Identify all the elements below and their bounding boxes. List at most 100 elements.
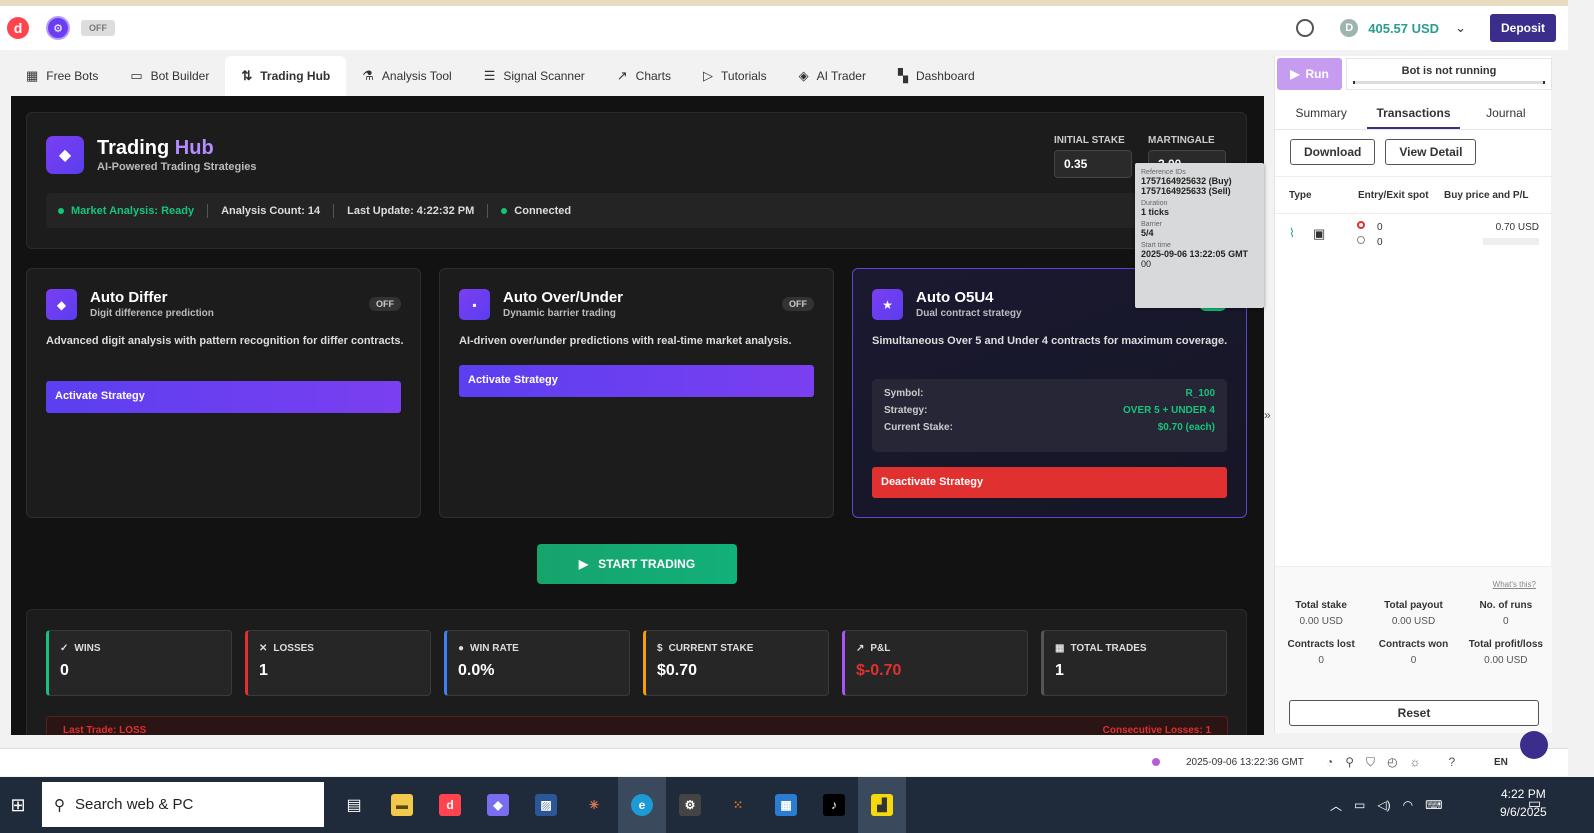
notifications-icon[interactable]: ▭ — [1528, 795, 1541, 812]
tag-icon: ▪ — [459, 289, 490, 320]
keyboard-icon[interactable]: ⌨ — [1425, 798, 1442, 812]
chevron-down-icon[interactable]: ⌄ — [1455, 20, 1466, 36]
summary-contracts-won: Contracts won 0 — [1367, 639, 1459, 666]
account-balance[interactable]: 405.57 USD — [1368, 21, 1439, 36]
initial-stake-label: INITIAL STAKE — [1054, 135, 1125, 146]
strategy-info-box: Symbol: R_100 Strategy: OVER 5 + UNDER 4 C… — [872, 379, 1227, 452]
off-toggle[interactable]: OFF — [81, 20, 115, 36]
main-nav: ▦ Free Bots ▭ Bot Builder ⇅ Trading Hub ⚗ An… — [10, 56, 1264, 96]
summary-total-stake: Total stake 0.00 USD — [1275, 600, 1367, 627]
copilot-icon[interactable]: ◆ — [474, 777, 522, 833]
deposit-button[interactable]: Deposit — [1489, 14, 1556, 42]
layers-icon: ◆ — [46, 136, 84, 174]
ref-buy: 1757164925632 (Buy) — [1141, 176, 1232, 186]
stake-label: Current Stake: — [884, 422, 953, 433]
summary-total-payout: Total payout 0.00 USD — [1367, 600, 1459, 627]
tab-trading-hub[interactable]: ⇅ Trading Hub — [225, 56, 347, 96]
entry-spot: 0 — [1377, 222, 1383, 233]
tab-journal[interactable]: Journal — [1460, 98, 1552, 129]
tab-transactions[interactable]: Transactions — [1367, 98, 1460, 129]
play-icon: ▶ — [578, 557, 589, 571]
entry-dot-icon — [1357, 221, 1365, 229]
diamond-icon: ◆ — [46, 289, 77, 320]
check-icon: ✓ — [60, 643, 69, 654]
last-trade-banner: Last Trade: LOSS Consecutive Losses: 1 — [46, 716, 1228, 735]
star-icon: ★ — [872, 289, 903, 320]
grid-icon: ▦ — [26, 68, 39, 83]
view-detail-button[interactable]: View Detail — [1385, 139, 1477, 165]
whatsapp-icon[interactable]: ◔ — [1326, 755, 1333, 770]
help-icon[interactable]: ? — [1449, 755, 1456, 770]
activate-strategy-button[interactable]: Activate Strategy — [46, 381, 401, 413]
language-selector[interactable]: EN — [1494, 757, 1508, 768]
app2-icon[interactable]: ⁙ — [714, 777, 762, 833]
download-button[interactable]: Download — [1290, 139, 1376, 165]
stat-label: WIN RATE — [470, 643, 519, 654]
play-icon: ▷ — [703, 68, 714, 83]
tab-signal-scanner[interactable]: ☰ Signal Scanner — [468, 56, 601, 96]
strategy-status-badge[interactable]: OFF — [782, 297, 814, 311]
transaction-row[interactable]: ⌇ ▣ 0 0 0.70 USD — [1275, 216, 1552, 256]
flask-icon: ⚗ — [362, 68, 374, 83]
deactivate-strategy-button[interactable]: Deactivate Strategy — [872, 467, 1227, 498]
tab-bot-builder[interactable]: ▭ Bot Builder — [114, 56, 225, 96]
collapse-panel-icon[interactable]: » — [1264, 408, 1271, 422]
responsible-trading-icon[interactable]: ⚲ — [1345, 755, 1354, 770]
run-button[interactable]: ▶ Run — [1277, 58, 1342, 90]
app-icon[interactable]: ▨ — [522, 777, 570, 833]
gauge-icon[interactable]: ◴ — [1387, 755, 1397, 770]
tab-tutorials[interactable]: ▷ Tutorials — [687, 56, 783, 96]
battery-icon[interactable]: ▭ — [1354, 798, 1365, 812]
transactions-header: Type Entry/Exit spot Buy price and P/L — [1275, 176, 1552, 214]
volume-icon[interactable]: ◁) — [1377, 798, 1390, 812]
stat-card-current-stake: $ CURRENT STAKE $0.70 — [643, 630, 829, 696]
strategy-card-auto-differ: ◆ Auto Differ Digit difference predictio… — [26, 268, 421, 518]
stat-value: $0.70 — [657, 662, 698, 679]
taskbar-search[interactable]: ⚲ Search web & PC — [42, 782, 324, 827]
windows-start-icon[interactable]: ⊞ — [0, 782, 36, 828]
claude-icon[interactable]: ✳ — [570, 777, 618, 833]
run-label: Run — [1305, 67, 1329, 81]
bot-status-icon[interactable]: ⚙ — [46, 16, 70, 40]
tab-analysis-tool[interactable]: ⚗ Analysis Tool — [346, 56, 467, 96]
tray-chevron-icon[interactable]: ︿ — [1330, 797, 1342, 814]
bot-status-progress — [1353, 81, 1545, 84]
store-icon[interactable]: ▦ — [762, 777, 810, 833]
deriv-logo[interactable]: d — [7, 17, 29, 39]
windows-taskbar: ⊞ ⚲ Search web & PC ▤ ▬ d ◆ ▨ ✳ e ⚙ ⁙ ▦ … — [0, 777, 1594, 833]
shield-icon[interactable]: ⛉ — [1366, 755, 1375, 770]
analysis-count: Analysis Count: 14 — [221, 204, 321, 217]
whats-this-link[interactable]: What's this? — [1493, 580, 1536, 589]
strategy-status-badge[interactable]: OFF — [369, 297, 401, 311]
summary-label: Total stake — [1295, 600, 1347, 611]
chat-icon[interactable] — [1520, 731, 1548, 759]
summary-value: 0 — [1318, 655, 1324, 666]
exit-spot: 0 — [1377, 237, 1383, 248]
user-account-icon[interactable] — [1296, 19, 1315, 37]
tab-summary[interactable]: Summary — [1275, 98, 1367, 129]
status-bar: Market Analysis: Ready Analysis Count: 1… — [46, 193, 1144, 228]
sticky-notes-icon[interactable]: ▟ — [858, 777, 906, 833]
edge-browser-icon[interactable]: e — [618, 777, 666, 833]
top-header: d ⚙ OFF D 405.57 USD ⌄ Deposit — [0, 0, 1568, 50]
strategy-title: Auto Differ — [90, 289, 168, 306]
start-time-value-2: 00 — [1141, 259, 1152, 269]
reset-button[interactable]: Reset — [1289, 700, 1539, 726]
wifi-icon[interactable]: ◠ — [1403, 798, 1413, 812]
start-trading-button[interactable]: ▶ START TRADING — [537, 544, 737, 584]
task-view-icon[interactable]: ▤ — [330, 777, 378, 833]
deriv-app-icon[interactable]: d — [426, 777, 474, 833]
tab-charts[interactable]: ↗ Charts — [601, 56, 687, 96]
theme-icon[interactable]: ☼ — [1410, 755, 1421, 770]
tab-free-bots[interactable]: ▦ Free Bots — [10, 56, 114, 96]
activate-strategy-button[interactable]: Activate Strategy — [459, 365, 814, 397]
builder-icon: ▭ — [130, 68, 143, 83]
initial-stake-input[interactable]: 0.35 — [1054, 150, 1132, 178]
tab-ai-trader[interactable]: ◈ AI Trader — [783, 56, 882, 96]
file-explorer-icon[interactable]: ▬ — [378, 777, 426, 833]
title-accent: Hub — [174, 137, 214, 159]
tab-dashboard[interactable]: ▚ Dashboard — [882, 56, 991, 96]
tiktok-icon[interactable]: ♪ — [810, 777, 858, 833]
settings-icon[interactable]: ⚙ — [666, 777, 714, 833]
strategy-title: Auto O5U4 — [916, 289, 994, 306]
